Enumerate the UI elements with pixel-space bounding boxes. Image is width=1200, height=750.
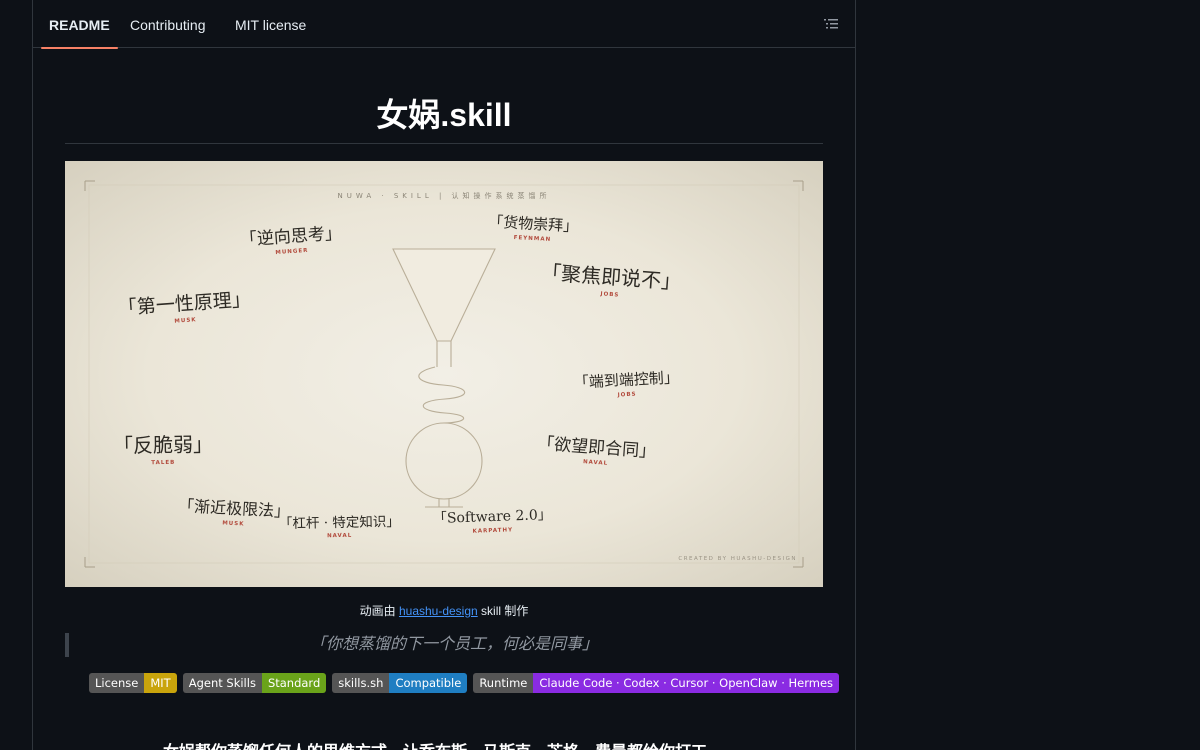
readme-panel: README Contributing MIT license 女娲.skill (32, 0, 856, 750)
skills-sh-badge[interactable]: skills.sh Compatible (332, 673, 468, 693)
quote-jobs-control: 「端到端控制」 JOBS (573, 366, 679, 400)
hero-header-text: NUWA · SKILL | 认知操作系统蒸馏所 (337, 192, 551, 200)
badge-value: Claude Code · Codex · Cursor · OpenClaw … (533, 673, 840, 693)
agent-skills-badge[interactable]: Agent Skills Standard (182, 673, 327, 693)
hero-image: NUWA · SKILL | 认知操作系统蒸馏所 「逆向思考」 MUNGER 「… (65, 161, 823, 587)
quote-feynman: 「货物崇拜」 FEYNMAN (487, 211, 579, 245)
quote-taleb: 「反脆弱」 TALEB (113, 428, 214, 467)
outline-list-icon[interactable] (823, 16, 839, 32)
badge-label: License (89, 673, 145, 693)
quote-text: 「渐近极限法」 (177, 496, 291, 521)
badge-value: MIT (144, 673, 177, 693)
caption-suffix: skill 制作 (477, 604, 529, 618)
quote-text: 「反脆弱」 (112, 432, 214, 458)
huashu-design-link[interactable]: huashu-design (399, 604, 478, 618)
caption-prefix: 动画由 (359, 604, 399, 618)
badge-label: Runtime (473, 673, 534, 693)
tab-contributing[interactable]: Contributing (130, 0, 206, 48)
page-title: 女娲.skill (65, 86, 823, 144)
badge-value: Compatible (389, 673, 468, 693)
badge-value: Standard (261, 673, 327, 693)
readme-tabs: README Contributing MIT license (33, 0, 855, 49)
quote-text: 「端到端控制」 (573, 368, 680, 392)
hero-credit-text: CREATED BY HUASHU-DESIGN (678, 556, 797, 562)
tab-mit-license[interactable]: MIT license (235, 0, 306, 48)
runtime-badge[interactable]: Runtime Claude Code · Codex · Cursor · O… (473, 673, 840, 693)
badge-label: Agent Skills (182, 673, 262, 693)
badge-row: License MIT Agent Skills Standard skills… (89, 673, 840, 693)
license-badge[interactable]: License MIT (89, 673, 177, 693)
intro-heading: 女娲帮你蒸馏任何人的思维方式，让乔布斯、马斯克、芒格、费曼都给你打工 (163, 738, 707, 750)
quote-naval-leverage: 「杠杆 · 特定知识」 NAVAL (279, 510, 400, 540)
tagline-text: 「你想蒸馏的下一个员工，何必是同事」 (309, 636, 598, 653)
badge-label: skills.sh (332, 673, 390, 693)
quote-text: 「货物崇拜」 (487, 212, 579, 236)
image-caption: 动画由 huashu-design skill 制作 (65, 602, 823, 619)
tab-readme[interactable]: README (41, 0, 118, 49)
quote-text: 「Software 2.0」 (432, 506, 552, 528)
quote-text: 「杠杆 · 特定知识」 (278, 513, 400, 533)
tagline-blockquote: 「你想蒸馏的下一个员工，何必是同事」 (65, 633, 823, 657)
quote-karpathy: 「Software 2.0」 KARPATHY (433, 504, 553, 536)
quote-musk-limit: 「渐近极限法」 MUSK (177, 492, 291, 530)
